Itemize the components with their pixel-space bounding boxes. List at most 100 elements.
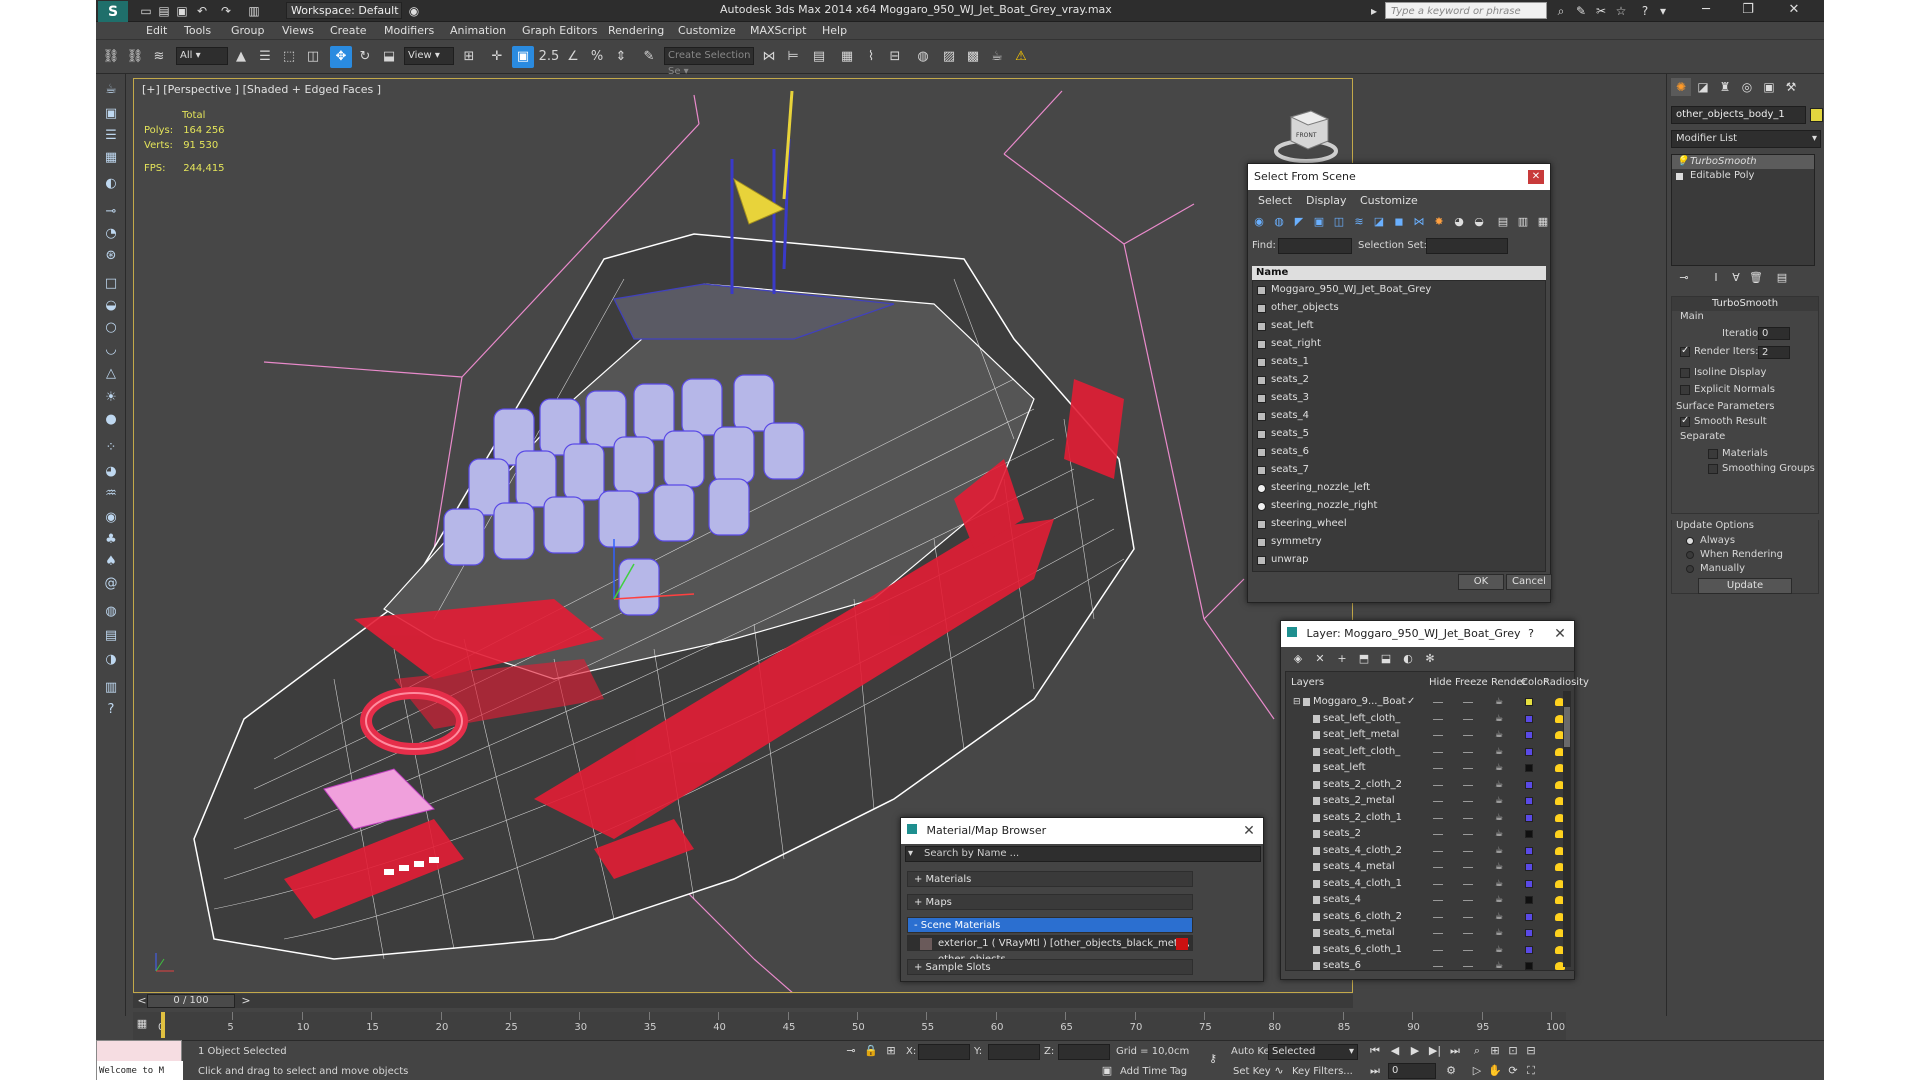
bind-space-warp-icon[interactable]: ≋ <box>148 46 170 68</box>
vray-ball-icon[interactable]: ◕ <box>100 462 122 482</box>
freeze-toggle[interactable] <box>1463 817 1473 819</box>
workspace-dropdown[interactable]: Workspace: Default ▾ <box>286 2 402 32</box>
hide-toggle[interactable] <box>1433 718 1443 720</box>
freeze-toggle[interactable] <box>1463 751 1473 753</box>
open-file-icon[interactable]: ▤ <box>156 3 172 19</box>
freeze-toggle[interactable] <box>1463 966 1473 967</box>
layer-color-swatch[interactable] <box>1525 879 1533 888</box>
render-teapot-icon[interactable]: ☕ <box>1495 780 1505 789</box>
always-radio[interactable] <box>1686 537 1694 545</box>
menu-group[interactable]: Group <box>231 24 265 37</box>
viewcube-widget[interactable]: FRONT <box>1266 99 1346 169</box>
object-name-field[interactable]: other_objects_body_1 <box>1671 106 1806 124</box>
align-icon[interactable]: ⊨ <box>782 46 804 68</box>
time-configuration-icon[interactable]: ⚙ <box>1442 1063 1460 1079</box>
cancel-button[interactable]: Cancel <box>1506 574 1552 590</box>
list-icon[interactable]: ☰ <box>100 126 122 146</box>
select-from-scene-titlebar[interactable]: Select From Scene ✕ <box>1248 164 1550 190</box>
maximize-viewport-icon[interactable]: ⛶ <box>1522 1063 1540 1079</box>
render-iters-checkbox[interactable] <box>1680 345 1690 357</box>
lock-icon[interactable]: 🔒 <box>862 1043 880 1059</box>
modifier-stack[interactable]: 💡 TurboSmooth Editable Poly <box>1671 154 1815 266</box>
select-rotate-icon[interactable]: ↻ <box>354 46 376 68</box>
layer-color-swatch[interactable] <box>1525 797 1533 805</box>
freeze-toggle[interactable] <box>1463 850 1473 852</box>
set-key-button[interactable]: Set Key <box>1233 1066 1271 1077</box>
scene-object-row[interactable]: Moggaro_950_WJ_Jet_Boat_Grey <box>1253 281 1545 299</box>
filter-lights-icon[interactable]: ◤ <box>1290 214 1308 230</box>
layer-scrollbar-thumb[interactable] <box>1564 707 1570 747</box>
help-dropdown-icon[interactable]: ▾ <box>1654 2 1672 20</box>
environment-icon[interactable]: ◑ <box>100 650 122 670</box>
track-bar[interactable]: ▦ 05101520253035404550556065707580859095… <box>133 1012 1566 1040</box>
keyboard-shortcut-override-icon[interactable]: ▣ <box>512 46 534 68</box>
select-scale-icon[interactable]: ⬓ <box>378 46 400 68</box>
sun-icon[interactable]: ☀ <box>100 388 122 408</box>
create-tab-icon[interactable]: ✺ <box>1671 78 1691 96</box>
edit-named-selection-icon[interactable]: ✎ <box>638 46 660 68</box>
spinner-snap-icon[interactable]: ⇕ <box>610 46 632 68</box>
key-mode-dropdown[interactable]: Selected ▾ <box>1268 1044 1358 1060</box>
frame-buffer-icon[interactable]: ▤ <box>100 626 122 646</box>
hide-toggle[interactable] <box>1433 768 1443 769</box>
hide-toggle[interactable] <box>1433 751 1443 753</box>
layer-row[interactable]: seat_left_cloth_ ☕ <box>1287 745 1570 759</box>
scene-object-row[interactable]: seats_1 <box>1253 353 1545 371</box>
scene-object-row[interactable]: seats_3 <box>1253 389 1545 407</box>
snaps-toggle-icon[interactable]: 2.5 <box>538 46 560 68</box>
scene-object-row[interactable]: seats_6 <box>1253 443 1545 461</box>
render-teapot-icon[interactable]: ☕ <box>1495 698 1505 707</box>
ok-button[interactable]: OK <box>1458 574 1504 590</box>
time-slider[interactable]: < 0 / 100 > <box>133 994 1353 1008</box>
schematic-view-icon[interactable]: ⊟ <box>884 46 906 68</box>
selection-set-dropdown[interactable] <box>1426 238 1508 254</box>
freeze-all-icon[interactable]: ✻ <box>1421 651 1439 667</box>
select-move-icon[interactable]: ✥ <box>330 46 352 68</box>
maxscript-output[interactable]: Welcome to M <box>97 1061 183 1080</box>
render-teapot-icon[interactable]: ☕ <box>1495 896 1505 905</box>
render-teapot-icon[interactable]: ☕ <box>1495 764 1505 773</box>
sfs-menu-select[interactable]: Select <box>1258 194 1292 207</box>
scene-object-list[interactable]: Moggaro_950_WJ_Jet_Boat_Grey other_object… <box>1252 280 1546 572</box>
menu-graph-editors[interactable]: Graph Editors <box>522 24 598 37</box>
menu-maxscript[interactable]: MAXScript <box>750 24 806 37</box>
stack-item-turbosmooth[interactable]: 💡 TurboSmooth <box>1672 155 1814 169</box>
configure-modifier-sets-icon[interactable]: ▤ <box>1773 270 1791 286</box>
menu-animation[interactable]: Animation <box>450 24 506 37</box>
redo-icon[interactable]: ↷ <box>218 3 234 19</box>
previous-frame-icon[interactable]: ◀ <box>1386 1043 1404 1059</box>
x-coordinate-field[interactable] <box>918 1044 970 1060</box>
freeze-toggle[interactable] <box>1463 949 1473 951</box>
scene-materials-group[interactable]: - Scene Materials <box>907 917 1193 933</box>
select-objects-in-layer-icon[interactable]: ⬒ <box>1355 651 1373 667</box>
iterations-spinner[interactable]: 0 <box>1758 327 1790 340</box>
menu-customize[interactable]: Customize <box>678 24 736 37</box>
expand-icon[interactable] <box>1676 173 1683 180</box>
close-icon[interactable]: ✕ <box>1528 170 1544 184</box>
light-bulb-icon[interactable]: ◐ <box>100 174 122 194</box>
hide-toggle[interactable] <box>1433 817 1443 819</box>
select-object-icon[interactable]: ▲ <box>230 46 252 68</box>
set-keys-toggle-icon[interactable]: ∿ <box>1270 1063 1288 1079</box>
play-icon[interactable]: ▶ <box>1406 1043 1424 1059</box>
camera-icon[interactable]: ◔ <box>100 224 122 244</box>
materials-group[interactable]: + Materials <box>907 871 1193 887</box>
new-file-icon[interactable]: ▭ <box>138 3 154 19</box>
named-selection-set-dropdown[interactable]: Create Selection Se ▾ <box>664 47 754 77</box>
freeze-column-header[interactable]: Freeze <box>1455 677 1488 688</box>
freeze-toggle[interactable] <box>1463 768 1473 769</box>
scene-object-row[interactable]: seats_5 <box>1253 425 1545 443</box>
scene-object-row[interactable]: seats_7 <box>1253 461 1545 479</box>
stack-item-editable-poly[interactable]: Editable Poly <box>1672 169 1814 183</box>
z-coordinate-field[interactable] <box>1058 1044 1110 1060</box>
zoom-icon[interactable]: ⌕ <box>1468 1043 1486 1059</box>
freeze-toggle[interactable] <box>1463 883 1473 885</box>
filter-xrefs-icon[interactable]: ◼ <box>1390 214 1408 230</box>
freeze-toggle[interactable] <box>1463 801 1473 802</box>
globe-icon[interactable]: ● <box>100 410 122 430</box>
hide-toggle[interactable] <box>1433 784 1443 786</box>
dome-icon[interactable]: ◒ <box>100 296 122 316</box>
hierarchy-tab-icon[interactable]: ♜ <box>1715 78 1735 96</box>
light-bulb-icon[interactable]: 💡 <box>1676 155 1688 169</box>
scene-object-row[interactable]: seats_2 <box>1253 371 1545 389</box>
